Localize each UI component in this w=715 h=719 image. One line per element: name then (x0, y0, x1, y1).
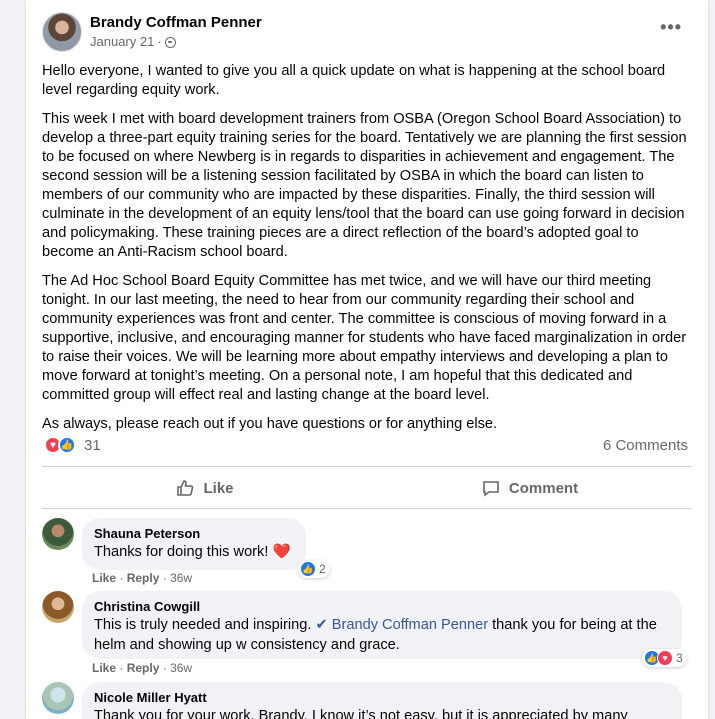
comment-reply-link[interactable]: Reply (127, 571, 160, 585)
comment: Nicole Miller Hyatt Thank you for your w… (42, 682, 682, 719)
divider (42, 508, 692, 509)
commenter-name[interactable]: Christina Cowgill (94, 599, 670, 615)
comment-time[interactable]: 36w (170, 571, 192, 585)
comment-reactions[interactable]: 👍 2 (298, 560, 330, 578)
reaction-count: 31 (84, 436, 101, 454)
comment-time[interactable]: 36w (170, 661, 192, 675)
comment-button[interactable]: Comment (367, 470, 692, 506)
comment-like-link[interactable]: Like (92, 661, 116, 675)
author-name[interactable]: Brandy Coffman Penner (90, 13, 262, 33)
post-paragraph: As always, please reach out if you have … (42, 416, 498, 432)
more-options-icon[interactable]: ••• (660, 18, 682, 36)
comment-actions: Like · Reply · 36w (92, 571, 193, 585)
comment: Shauna Peterson Thanks for doing this wo… (42, 518, 682, 588)
commenter-name[interactable]: Nicole Miller Hyatt (94, 690, 670, 706)
globe-icon (164, 36, 176, 48)
comment-like-link[interactable]: Like (92, 571, 116, 585)
comment-bubble: Shauna Peterson Thanks for doing this wo… (82, 518, 306, 570)
post-paragraph: Hello everyone, I wanted to give you all… (42, 63, 666, 98)
comment-reply-link[interactable]: Reply (127, 661, 160, 675)
like-reaction-icon: 👍 (300, 561, 316, 577)
comment-icon (483, 481, 499, 497)
love-reaction-icon: ♥ (657, 650, 673, 666)
post-meta: January 21 · (90, 33, 262, 51)
commenter-avatar[interactable] (42, 518, 74, 550)
like-button[interactable]: Like (42, 470, 367, 506)
author-avatar[interactable] (42, 12, 82, 52)
post-paragraph: This week I met with board development t… (42, 111, 687, 260)
comment-label: Comment (508, 479, 579, 497)
commenter-name[interactable]: Shauna Peterson (94, 526, 294, 542)
comment-reactions[interactable]: 👍 ♥ 3 (642, 649, 687, 667)
commenter-avatar[interactable] (42, 591, 74, 623)
commenter-avatar[interactable] (42, 682, 74, 714)
comments-count-link[interactable]: 6 Comments (603, 437, 688, 454)
comment-bubble: Christina Cowgill This is truly needed a… (82, 591, 682, 659)
post-actions: Like Comment (42, 470, 692, 506)
post-card: Brandy Coffman Penner January 21 · ••• H… (26, 0, 708, 719)
comment-actions: Like · Reply · 36w (92, 661, 193, 675)
comment-text: Thank you for your work, Brandy. I know … (94, 708, 628, 719)
comment-reaction-count: 2 (319, 562, 326, 576)
like-reaction-icon: 👍 (58, 436, 76, 454)
like-label: Like (203, 479, 234, 497)
comment-text: This is truly needed and inspiring. ✔︎ B… (94, 617, 657, 653)
meta-separator: · (157, 34, 162, 49)
heart-emoji: ❤️ (272, 544, 291, 560)
comment-reaction-count: 3 (676, 651, 683, 665)
post-paragraph: The Ad Hoc School Board Equity Committee… (42, 273, 687, 403)
comment-bubble: Nicole Miller Hyatt Thank you for your w… (82, 682, 682, 719)
post-date[interactable]: January 21 (90, 33, 154, 51)
post-body: Hello everyone, I wanted to give you all… (42, 62, 692, 444)
post-header: Brandy Coffman Penner January 21 · (42, 12, 262, 52)
mention-link[interactable]: ✔︎ Brandy Coffman Penner (315, 617, 488, 633)
divider (42, 466, 692, 467)
thumbs-up-icon (177, 480, 194, 496)
comment-text: Thanks for doing this work! ❤️ (94, 544, 291, 560)
reaction-summary[interactable]: ♥ 👍 31 (44, 436, 101, 454)
comment: Christina Cowgill This is truly needed a… (42, 591, 687, 681)
